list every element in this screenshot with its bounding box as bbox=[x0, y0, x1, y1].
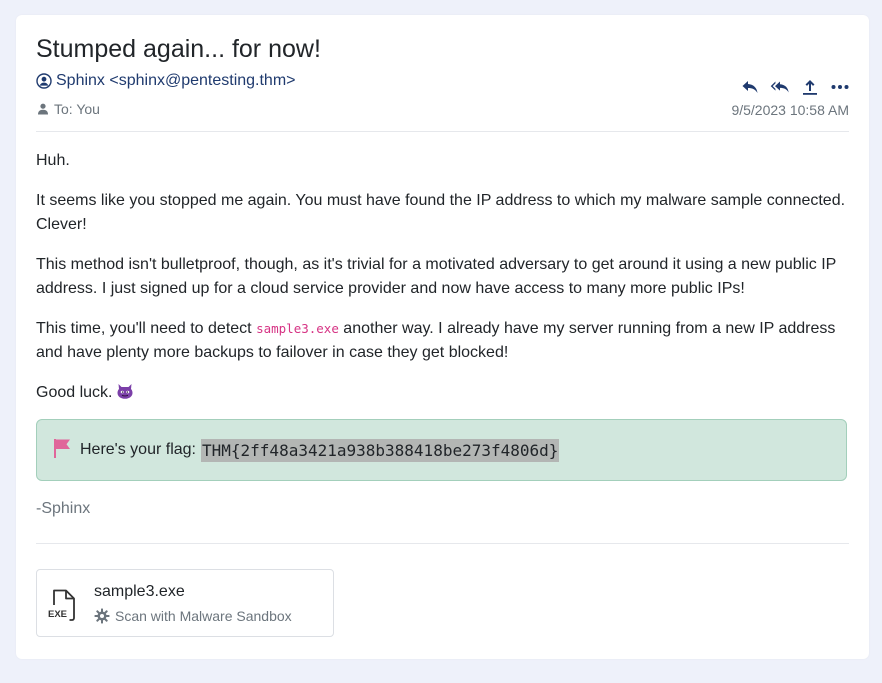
exe-file-icon: EXE bbox=[47, 588, 77, 627]
body-paragraph: It seems like you stopped me again. You … bbox=[36, 192, 846, 233]
email-actions bbox=[740, 77, 850, 97]
email-date: 9/5/2023 10:58 AM bbox=[731, 102, 849, 118]
imp-emoji-icon bbox=[116, 382, 134, 408]
reply-all-icon bbox=[770, 81, 789, 93]
attachment-card[interactable]: EXE sample3.exe Scan with Malware Sandbo… bbox=[36, 569, 334, 637]
signature: -Sphinx bbox=[36, 500, 91, 517]
gear-icon bbox=[94, 608, 110, 624]
exe-file-label: EXE bbox=[48, 609, 67, 620]
body-paragraph: This time, you'll need to detect sample3… bbox=[36, 317, 851, 365]
sender[interactable]: Sphinx <sphinx@pentesting.thm> bbox=[36, 72, 296, 90]
scan-malware-sandbox-link[interactable]: Scan with Malware Sandbox bbox=[94, 608, 292, 624]
user-circle-icon bbox=[36, 73, 52, 89]
flag-value[interactable]: THM{2ff48a3421a938b388418be273f4806d} bbox=[201, 438, 560, 462]
email-card: Stumped again... for now! Sphinx <sphinx… bbox=[16, 15, 869, 659]
recipient: To: You bbox=[37, 101, 100, 117]
flag-alert: Here's your flag: THM{2ff48a3421a938b388… bbox=[36, 419, 847, 481]
reply-icon bbox=[742, 81, 758, 93]
share-icon bbox=[803, 80, 817, 95]
body-paragraph: Huh. bbox=[36, 152, 70, 169]
header-divider bbox=[36, 131, 849, 132]
reply-button[interactable] bbox=[740, 77, 760, 97]
flag-label: Here's your flag: bbox=[80, 441, 196, 458]
person-icon bbox=[37, 103, 49, 115]
body-text: This time, you'll need to detect bbox=[36, 320, 257, 337]
recipient-label: To: You bbox=[54, 101, 100, 117]
scan-label: Scan with Malware Sandbox bbox=[115, 608, 292, 624]
email-subject: Stumped again... for now! bbox=[36, 35, 321, 63]
body-text: Good luck. bbox=[36, 384, 113, 401]
attachment-filename: sample3.exe bbox=[94, 583, 185, 600]
forward-button[interactable] bbox=[800, 77, 820, 97]
body-paragraph: This method isn't bulletproof, though, a… bbox=[36, 256, 837, 297]
email-body: Huh. It seems like you stopped me again.… bbox=[36, 149, 851, 424]
sender-address: Sphinx <sphinx@pentesting.thm> bbox=[56, 72, 296, 89]
reply-all-button[interactable] bbox=[770, 77, 790, 97]
body-paragraph: Good luck. bbox=[36, 381, 851, 408]
more-button[interactable] bbox=[830, 77, 850, 97]
inline-code: sample3.exe bbox=[256, 321, 339, 336]
flag-icon bbox=[53, 438, 71, 458]
more-icon bbox=[831, 85, 849, 89]
attachments-divider bbox=[36, 543, 849, 544]
